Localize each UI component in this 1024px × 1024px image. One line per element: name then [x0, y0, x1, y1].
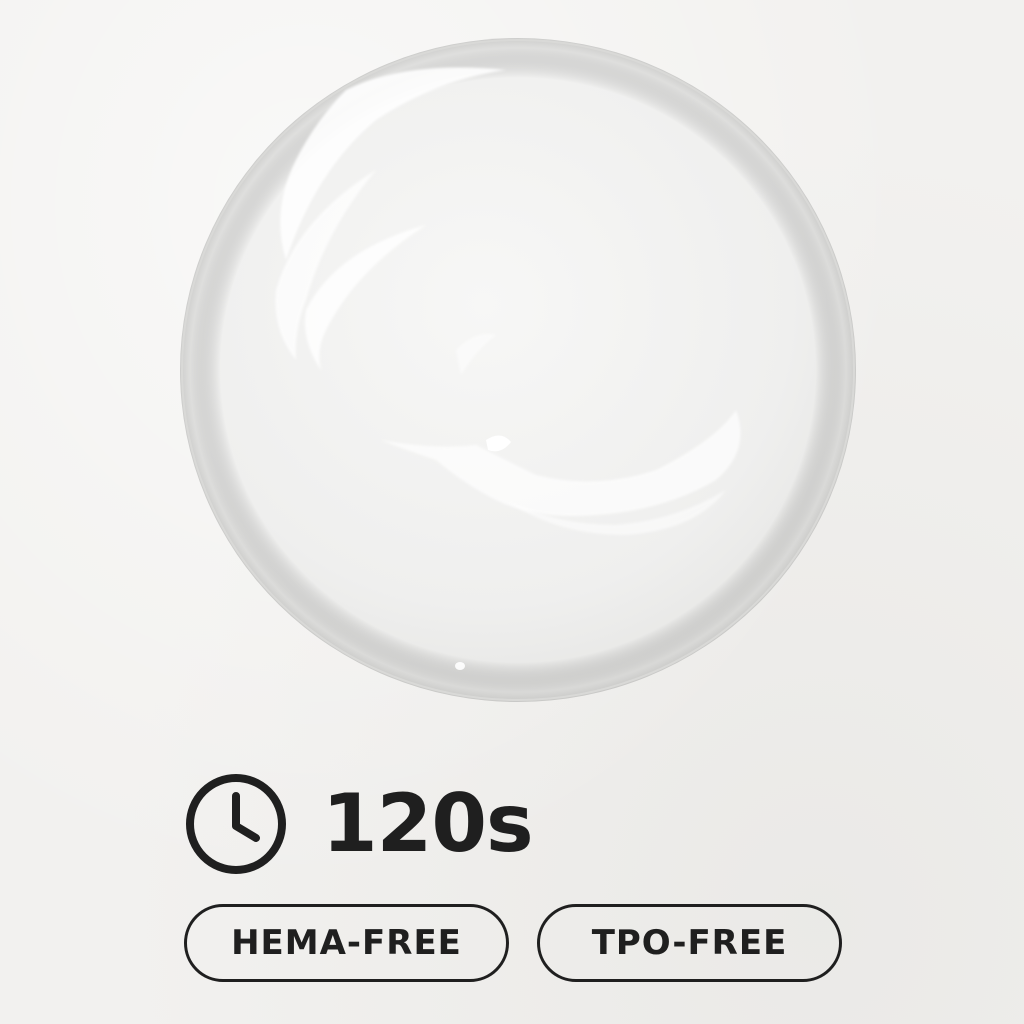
cure-time-value: 120s	[322, 777, 534, 870]
hema-free-badge: HEMA-FREE	[184, 904, 509, 982]
cure-time: 120s	[184, 772, 534, 876]
clock-icon	[186, 774, 286, 874]
badge-list: HEMA-FREE TPO-FREE	[184, 904, 842, 982]
tpo-free-badge: TPO-FREE	[537, 904, 842, 982]
gel-swatch-image	[176, 30, 866, 720]
